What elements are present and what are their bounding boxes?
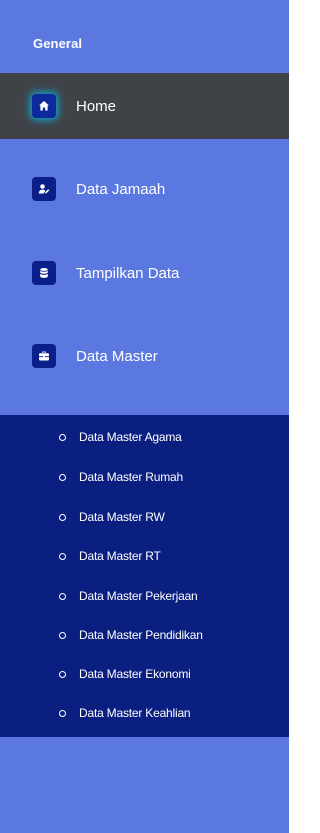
sidebar-item-label: Data Master — [76, 347, 158, 365]
circle-bullet-icon — [59, 473, 66, 481]
submenu-item-agama[interactable]: Data Master Agama — [0, 422, 289, 452]
submenu-item-rw[interactable]: Data Master RW — [0, 502, 289, 532]
sidebar-item-label: Data Jamaah — [76, 180, 166, 198]
briefcase-icon — [32, 344, 56, 368]
sidebar-item-label: Home — [76, 97, 117, 115]
submenu-item-keahlian[interactable]: Data Master Keahlian — [0, 698, 289, 728]
home-icon — [32, 94, 56, 118]
submenu-item-label: Data Master Pekerjaan — [79, 589, 198, 603]
submenu-item-pendidikan[interactable]: Data Master Pendidikan — [0, 620, 289, 650]
sidebar-item-data-master[interactable]: Data Master — [0, 323, 289, 389]
user-edit-icon — [32, 177, 56, 201]
sidebar-item-tampilkan-data[interactable]: Tampilkan Data — [0, 240, 289, 306]
circle-bullet-icon — [59, 709, 66, 717]
submenu-item-label: Data Master Ekonomi — [79, 667, 191, 681]
sidebar: General Home Data Jamaah Tampilkan Data … — [0, 0, 289, 833]
submenu-item-label: Data Master Keahlian — [79, 706, 191, 720]
circle-bullet-icon — [59, 592, 66, 600]
database-icon — [32, 261, 56, 285]
circle-bullet-icon — [59, 433, 66, 441]
submenu-item-label: Data Master RW — [79, 510, 165, 524]
submenu-item-rt[interactable]: Data Master RT — [0, 541, 289, 571]
sidebar-item-label: Tampilkan Data — [76, 264, 180, 282]
submenu-item-label: Data Master Agama — [79, 430, 182, 444]
submenu-item-label: Data Master Rumah — [79, 470, 183, 484]
circle-bullet-icon — [59, 631, 66, 639]
circle-bullet-icon — [59, 670, 66, 678]
submenu-item-label: Data Master RT — [79, 549, 161, 563]
submenu-item-ekonomi[interactable]: Data Master Ekonomi — [0, 659, 289, 689]
submenu-item-pekerjaan[interactable]: Data Master Pekerjaan — [0, 581, 289, 611]
circle-bullet-icon — [59, 552, 66, 560]
sidebar-section-title: General — [33, 36, 83, 51]
submenu-item-label: Data Master Pendidikan — [79, 628, 203, 642]
data-master-submenu: Data Master Agama Data Master Rumah Data… — [0, 415, 289, 737]
circle-bullet-icon — [59, 513, 66, 521]
sidebar-item-home[interactable]: Home — [0, 73, 289, 139]
sidebar-item-data-jamaah[interactable]: Data Jamaah — [0, 156, 289, 222]
submenu-item-rumah[interactable]: Data Master Rumah — [0, 462, 289, 492]
